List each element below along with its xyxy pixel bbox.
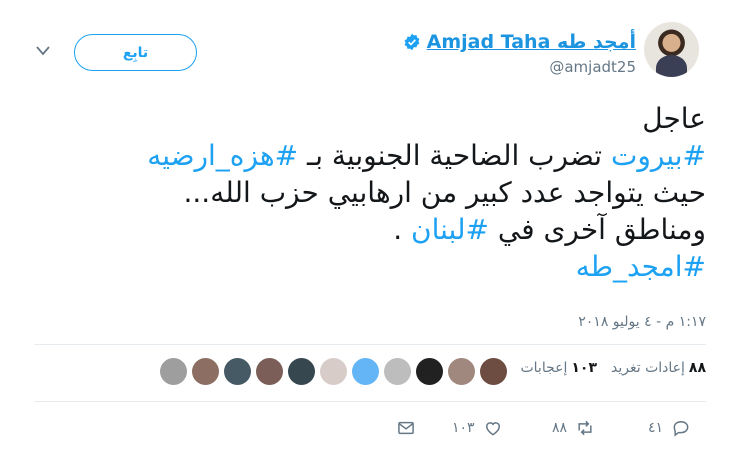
retweets-label: إعادات تغريد [611,360,685,376]
avatar-10-icon[interactable] [192,358,219,385]
tweet-text-segment: ومناطق آخرى في [488,213,706,246]
author-avatar[interactable] [644,22,699,77]
likers-avatars [160,358,507,385]
tweet-text: عاجل #بيروت تضرب الضاحية الجنوبية بـ #هزه… [16,100,706,285]
avatar-5-icon[interactable] [352,358,379,385]
likes-stat[interactable]: ١٠٣إعجابات [520,360,597,376]
tweet-line: ومناطق آخرى في #لبنان . [16,211,706,248]
tweet-line: #بيروت تضرب الضاحية الجنوبية بـ #هزه_ارض… [16,137,706,174]
like-action[interactable]: ١٠٣ [452,418,503,438]
author-display-name[interactable]: Amjad Taha أمجد طه [427,31,636,53]
retweet-action[interactable]: ٨٨ [552,418,595,438]
likes-count: ١٠٣ [571,360,598,376]
tweet-text-segment: . [393,213,411,246]
hashtag-link[interactable]: #امجد_طه [576,250,706,283]
hashtag-link[interactable]: #بيروت [611,139,706,172]
avatar-default-icon[interactable] [160,358,187,385]
reply-action[interactable]: ٤١ [648,418,691,438]
retweet-icon [578,420,592,436]
hashtag-link[interactable]: #لبنان [411,213,489,246]
tweet-text-segment: عاجل [642,102,706,135]
envelope-icon [398,421,414,435]
avatar-9-icon[interactable] [224,358,251,385]
direct-message-action[interactable] [396,418,416,438]
tweet-stats: ٨٨إعادات تغريد ١٠٣إعجابات [520,360,706,376]
avatar-1-icon[interactable] [480,358,507,385]
tweet-line: عاجل [16,100,706,137]
follow-button[interactable]: تابِع [74,34,197,71]
avatar-figure [656,55,687,77]
hashtag-link[interactable]: #هزه_ارضيه [147,139,298,172]
tweet-text-segment: حيث يتواجد عدد كبير من ارهابيي حزب الله.… [183,176,707,209]
tweet-line: حيث يتواجد عدد كبير من ارهابيي حزب الله.… [16,174,707,211]
tweet-text-segment: تضرب الضاحية الجنوبية بـ [298,139,611,172]
avatar-3-icon[interactable] [416,358,443,385]
avatar-6-icon[interactable] [320,358,347,385]
like-count: ١٠٣ [452,420,475,436]
author-name-row: Amjad Taha أمجد طه [403,30,636,54]
chevron-down-icon[interactable] [35,44,51,58]
retweet-count: ٨٨ [552,420,568,436]
retweets-stat[interactable]: ٨٨إعادات تغريد [611,360,706,376]
reply-icon [673,420,689,437]
tweet-line: #امجد_طه [16,248,706,285]
tweet-timestamp[interactable]: ١:١٧ م - ٤ يوليو ٢٠١٨ [578,314,706,330]
avatar-2-icon[interactable] [448,358,475,385]
avatar-7-icon[interactable] [288,358,315,385]
author-handle[interactable]: @amjadt25 [549,58,636,76]
divider [34,344,706,345]
heart-icon [485,422,500,436]
divider [34,401,706,402]
likes-label: إعجابات [520,360,568,376]
avatar-8-icon[interactable] [256,358,283,385]
verified-badge-icon [404,33,420,51]
tweet-actions: ٤١ ٨٨ ١٠٣ [0,418,740,442]
avatar-4-icon[interactable] [384,358,411,385]
retweets-count: ٨٨ [688,360,706,376]
reply-count: ٤١ [648,420,664,436]
